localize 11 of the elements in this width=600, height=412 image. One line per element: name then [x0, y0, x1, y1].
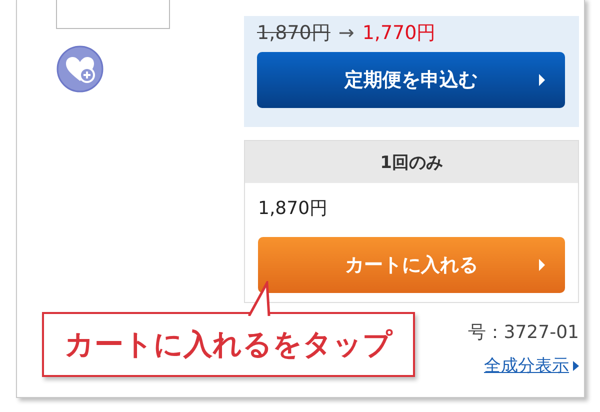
original-price: 1,870円 [257, 21, 330, 46]
price: 1,870円 [258, 197, 329, 221]
panel-header: 1回のみ [245, 141, 578, 183]
discount-price: 1,770円 [362, 21, 436, 46]
favorite-add-icon[interactable] [56, 45, 104, 93]
arrow-symbol: → [338, 22, 354, 44]
caret-icon [573, 360, 579, 370]
subscribe-button[interactable]: 定期便を申込む [257, 52, 565, 108]
callout-text: カートに入れるをタップ [64, 326, 392, 362]
product-code: 号：3727-01 [468, 321, 579, 344]
ingredients-link[interactable]: 全成分表示 [484, 354, 569, 377]
